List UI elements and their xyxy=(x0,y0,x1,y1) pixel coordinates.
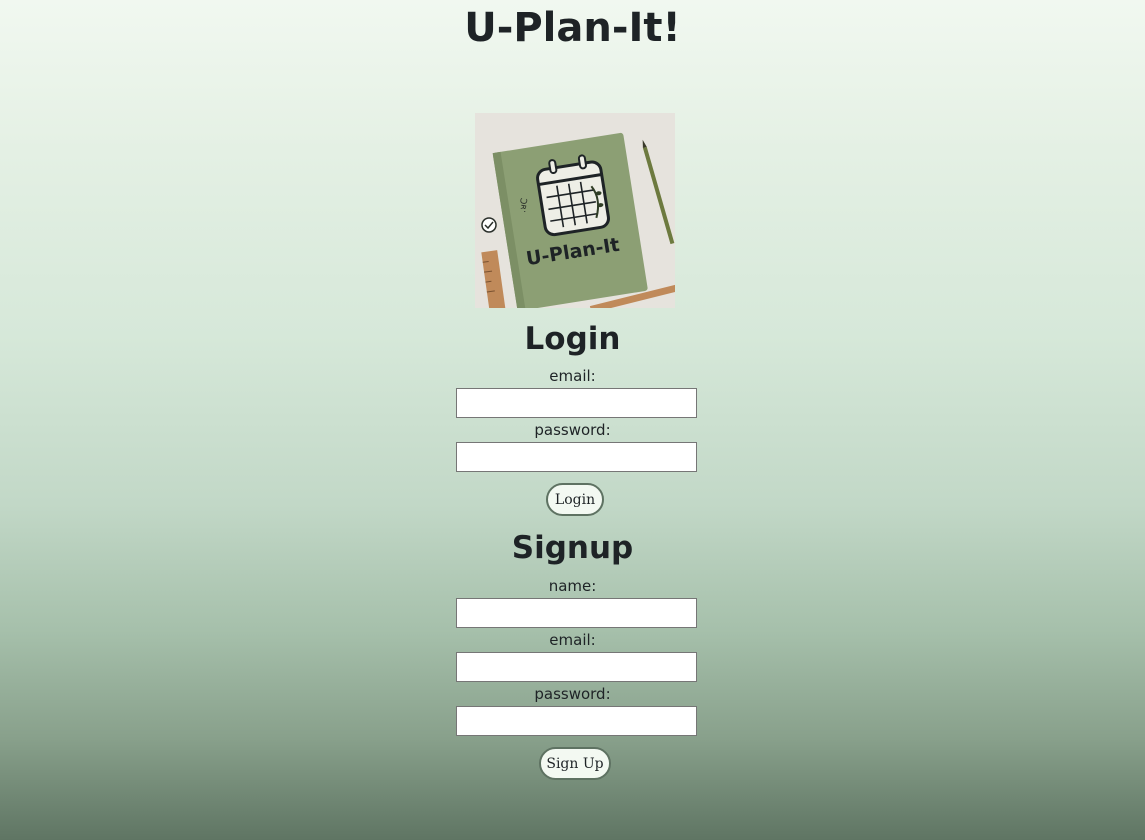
signup-email-field[interactable] xyxy=(456,652,697,682)
signup-name-label: name: xyxy=(548,577,597,595)
signup-heading: Signup xyxy=(511,530,634,566)
login-password-label: password: xyxy=(534,421,611,439)
site-title: U-Plan-It! xyxy=(464,5,681,51)
login-button[interactable]: Login xyxy=(546,483,604,516)
login-email-label: email: xyxy=(549,367,596,385)
login-heading: Login xyxy=(524,321,621,357)
login-email-field[interactable] xyxy=(456,388,697,418)
signup-email-label: email: xyxy=(549,631,596,649)
login-password-field[interactable] xyxy=(456,442,697,472)
signup-button[interactable]: Sign Up xyxy=(539,747,611,780)
signup-password-label: password: xyxy=(534,685,611,703)
signup-name-field[interactable] xyxy=(456,598,697,628)
signup-password-field[interactable] xyxy=(456,706,697,736)
logo-image: U-Plan-It .ᴚC xyxy=(475,113,675,308)
